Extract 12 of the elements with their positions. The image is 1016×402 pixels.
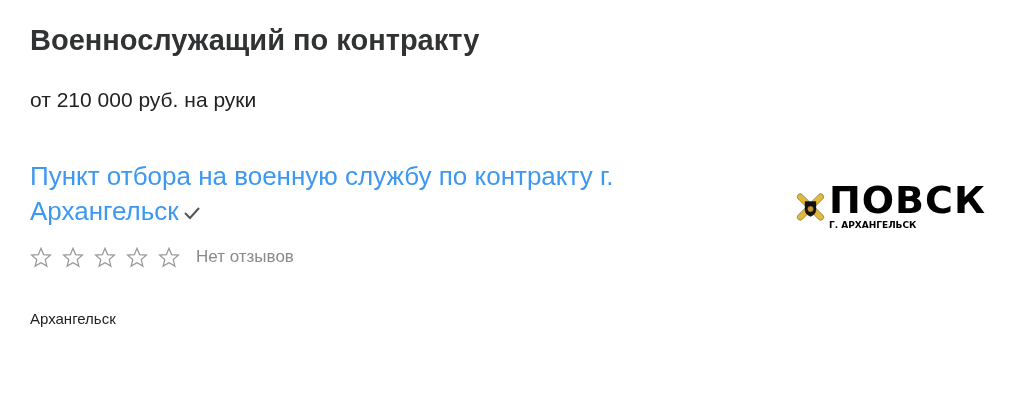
vacancy-title: Военнослужащий по контракту (30, 23, 481, 58)
logo-title: ПОВСК (828, 181, 986, 220)
star-icon (126, 246, 148, 268)
star-icon (62, 246, 84, 268)
star-icon (158, 246, 180, 268)
star-icon (30, 246, 52, 268)
reviews-count: Нет отзывов (196, 246, 294, 269)
salary: от 210 000 руб. на руки (30, 86, 258, 113)
logo-subtitle: Г. АРХАНГЕЛЬСК (828, 219, 918, 233)
city: Архангельск (30, 308, 117, 329)
star-icon (94, 246, 116, 268)
employer-link[interactable]: Пункт отбора на военную службу по контракту г. Архангельск (30, 159, 730, 229)
